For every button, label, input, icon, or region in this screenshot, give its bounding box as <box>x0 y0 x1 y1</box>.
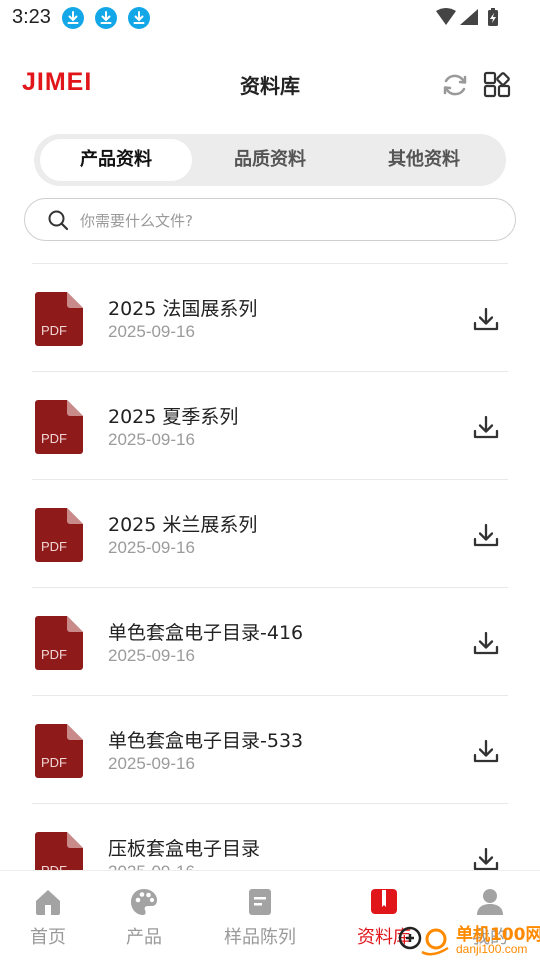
pdf-file-icon: PDF <box>35 400 83 454</box>
signal-icon <box>460 9 478 25</box>
search-placeholder: 你需要什么文件? <box>80 212 193 230</box>
download-icon[interactable] <box>470 736 502 768</box>
file-date: 2025-09-16 <box>108 646 195 665</box>
file-name: 2025 米兰展系列 <box>108 514 258 536</box>
svg-text:PDF: PDF <box>41 647 67 662</box>
status-time: 3:23 <box>12 6 51 28</box>
search-input[interactable]: 你需要什么文件? <box>24 198 516 241</box>
file-name: 2025 法国展系列 <box>108 298 258 320</box>
site-watermark: 单机100网 danji100.com <box>398 914 540 960</box>
wifi-icon <box>436 8 456 25</box>
app-header: JIMEI 资料库 <box>0 56 540 112</box>
svg-text:PDF: PDF <box>41 755 67 770</box>
download-icon[interactable] <box>470 412 502 444</box>
status-icons <box>434 7 502 27</box>
file-date: 2025-09-16 <box>108 538 195 557</box>
pdf-file-icon: PDF <box>35 832 83 870</box>
download-icon[interactable] <box>470 520 502 552</box>
list-item[interactable]: PDF 2025 夏季系列 2025-09-16 <box>0 372 540 480</box>
nav-label: 首页 <box>30 927 66 948</box>
list-item[interactable]: PDF 2025 法国展系列 2025-09-16 <box>0 264 540 372</box>
list-item[interactable]: PDF 压板套盒电子目录 2025-09-16 <box>0 804 540 870</box>
pdf-file-icon: PDF <box>35 292 83 346</box>
nav-products[interactable]: 产品 <box>108 887 180 951</box>
tab-product-materials[interactable]: 产品资料 <box>40 139 192 181</box>
list-item[interactable]: PDF 2025 米兰展系列 2025-09-16 <box>0 480 540 588</box>
file-name: 压板套盒电子目录 <box>108 838 261 860</box>
battery-icon <box>488 8 498 26</box>
status-bar: 3:23 <box>0 0 540 36</box>
category-tabs: 产品资料 品质资料 其他资料 <box>34 134 506 186</box>
file-name: 单色套盒电子目录-416 <box>108 622 304 644</box>
document-icon <box>249 889 271 915</box>
list-item[interactable]: PDF 单色套盒电子目录-533 2025-09-16 <box>0 696 540 804</box>
download-notification-icon <box>128 7 150 29</box>
download-icon[interactable] <box>470 304 502 336</box>
download-notification-icon <box>62 7 84 29</box>
library-icon <box>371 889 397 914</box>
nav-sample-display[interactable]: 样品陈列 <box>214 887 306 951</box>
watermark-logo-icon <box>398 926 449 956</box>
svg-text:PDF: PDF <box>41 431 67 446</box>
file-list: PDF 2025 法国展系列 2025-09-16 PDF 2025 夏季系列 … <box>0 263 540 870</box>
file-date: 2025-09-16 <box>108 322 195 341</box>
download-icon[interactable] <box>470 844 502 870</box>
download-icon[interactable] <box>470 628 502 660</box>
file-date: 2025-09-16 <box>108 862 195 870</box>
file-name: 单色套盒电子目录-533 <box>108 730 304 752</box>
download-notification-icon <box>95 7 117 29</box>
file-date: 2025-09-16 <box>108 754 195 773</box>
watermark-url: danji100.com <box>456 942 528 956</box>
pdf-file-icon: PDF <box>35 508 83 562</box>
user-icon <box>477 889 503 915</box>
tab-quality-materials[interactable]: 品质资料 <box>194 139 346 181</box>
search-icon <box>48 210 69 231</box>
file-name: 2025 夏季系列 <box>108 406 239 428</box>
file-date: 2025-09-16 <box>108 430 195 449</box>
tab-other-materials[interactable]: 其他资料 <box>348 139 500 181</box>
nav-label: 样品陈列 <box>224 927 296 948</box>
svg-text:PDF: PDF <box>41 539 67 554</box>
svg-text:PDF: PDF <box>41 863 67 870</box>
palette-icon <box>131 889 157 915</box>
list-item[interactable]: PDF 单色套盒电子目录-416 2025-09-16 <box>0 588 540 696</box>
nav-label: 产品 <box>126 927 162 948</box>
svg-text:PDF: PDF <box>41 323 67 338</box>
refresh-icon[interactable] <box>440 70 470 100</box>
grid-view-icon[interactable] <box>482 70 512 100</box>
nav-home[interactable]: 首页 <box>12 887 84 951</box>
pdf-file-icon: PDF <box>35 724 83 778</box>
pdf-file-icon: PDF <box>35 616 83 670</box>
home-icon <box>36 890 60 915</box>
